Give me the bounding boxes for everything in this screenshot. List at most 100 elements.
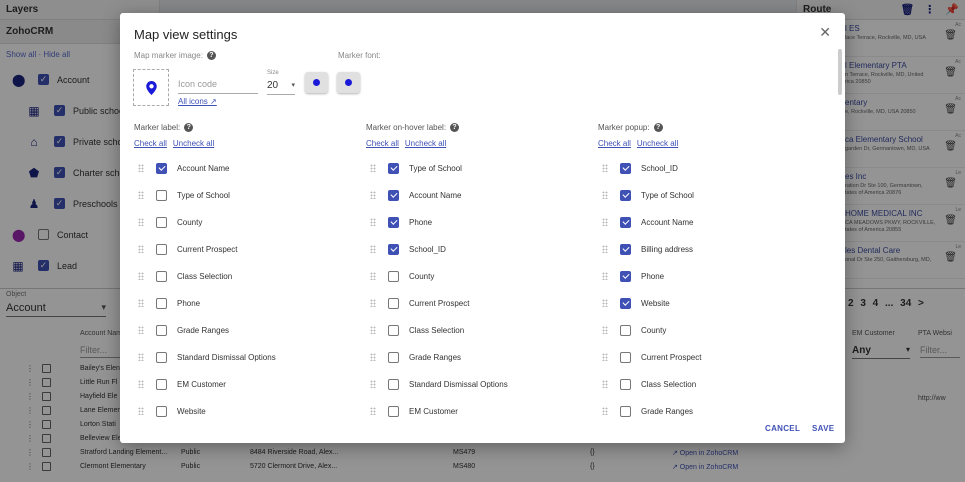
field-checkbox[interactable]: [388, 189, 399, 201]
field-checkbox[interactable]: [620, 324, 631, 336]
field-checkbox[interactable]: [620, 378, 631, 390]
drag-handle-icon[interactable]: [138, 191, 144, 199]
field-checkbox[interactable]: [388, 216, 399, 228]
help-icon[interactable]: ?: [450, 123, 460, 132]
field-option[interactable]: Phone: [602, 268, 664, 284]
drag-handle-icon[interactable]: [370, 272, 376, 280]
field-option[interactable]: Current Prospect: [370, 295, 469, 311]
field-option[interactable]: School_ID: [602, 160, 678, 176]
field-checkbox[interactable]: [388, 351, 399, 363]
field-option[interactable]: Standard Dismissal Options: [370, 376, 508, 392]
field-option[interactable]: Type of School: [138, 187, 230, 203]
field-checkbox[interactable]: [388, 297, 399, 309]
field-option[interactable]: County: [370, 268, 434, 284]
field-option[interactable]: School_ID: [370, 241, 446, 257]
field-option[interactable]: EM Customer: [138, 376, 226, 392]
dialog-scrollbar[interactable]: [838, 49, 842, 95]
help-icon[interactable]: ?: [184, 123, 194, 132]
field-option[interactable]: Account Name: [602, 214, 693, 230]
field-option[interactable]: Class Selection: [138, 268, 232, 284]
field-checkbox[interactable]: [156, 405, 167, 417]
field-option[interactable]: Website: [138, 403, 206, 419]
drag-handle-icon[interactable]: [602, 299, 608, 307]
uncheck-all-link[interactable]: Uncheck all: [637, 139, 678, 148]
field-option[interactable]: Class Selection: [602, 376, 696, 392]
field-checkbox[interactable]: [388, 270, 399, 282]
field-option[interactable]: Type of School: [370, 160, 462, 176]
field-checkbox[interactable]: [156, 324, 167, 336]
close-icon[interactable]: ✕: [819, 25, 831, 39]
drag-handle-icon[interactable]: [138, 245, 144, 253]
size-select[interactable]: 20: [267, 80, 295, 95]
save-button[interactable]: SAVE: [812, 424, 834, 433]
check-all-link[interactable]: Check all: [598, 139, 631, 148]
field-checkbox[interactable]: [620, 189, 631, 201]
field-option[interactable]: Current Prospect: [138, 241, 237, 257]
drag-handle-icon[interactable]: [370, 380, 376, 388]
field-checkbox[interactable]: [620, 162, 631, 174]
all-icons-link[interactable]: All icons ↗: [178, 97, 217, 106]
field-option[interactable]: EM Customer: [370, 403, 458, 419]
field-checkbox[interactable]: [620, 270, 631, 282]
uncheck-all-link[interactable]: Uncheck all: [173, 139, 214, 148]
field-option[interactable]: County: [138, 214, 202, 230]
drag-handle-icon[interactable]: [370, 326, 376, 334]
field-checkbox[interactable]: [388, 162, 399, 174]
field-checkbox[interactable]: [388, 378, 399, 390]
field-checkbox[interactable]: [156, 378, 167, 390]
cancel-button[interactable]: CANCEL: [765, 424, 800, 433]
icon-code-input[interactable]: Icon code: [178, 79, 258, 94]
drag-handle-icon[interactable]: [138, 407, 144, 415]
drag-handle-icon[interactable]: [602, 407, 608, 415]
drag-handle-icon[interactable]: [138, 218, 144, 226]
field-option[interactable]: Phone: [138, 295, 200, 311]
field-checkbox[interactable]: [156, 189, 167, 201]
drag-handle-icon[interactable]: [602, 191, 608, 199]
drag-handle-icon[interactable]: [138, 380, 144, 388]
field-option[interactable]: Billing address: [602, 241, 693, 257]
drag-handle-icon[interactable]: [602, 326, 608, 334]
help-icon[interactable]: ?: [206, 51, 216, 60]
field-checkbox[interactable]: [620, 297, 631, 309]
field-option[interactable]: Grade Ranges: [370, 349, 461, 365]
drag-handle-icon[interactable]: [370, 245, 376, 253]
field-option[interactable]: Grade Ranges: [602, 403, 693, 419]
field-checkbox[interactable]: [388, 405, 399, 417]
marker-color-button[interactable]: [305, 72, 328, 93]
field-checkbox[interactable]: [620, 243, 631, 255]
field-option[interactable]: Website: [602, 295, 670, 311]
check-all-link[interactable]: Check all: [134, 139, 167, 148]
field-checkbox[interactable]: [156, 243, 167, 255]
field-option[interactable]: Current Prospect: [602, 349, 701, 365]
check-all-link[interactable]: Check all: [366, 139, 399, 148]
drag-handle-icon[interactable]: [138, 272, 144, 280]
drag-handle-icon[interactable]: [370, 299, 376, 307]
drag-handle-icon[interactable]: [602, 218, 608, 226]
drag-handle-icon[interactable]: [602, 245, 608, 253]
drag-handle-icon[interactable]: [602, 353, 608, 361]
field-option[interactable]: Type of School: [602, 187, 694, 203]
drag-handle-icon[interactable]: [370, 218, 376, 226]
field-checkbox[interactable]: [388, 324, 399, 336]
drag-handle-icon[interactable]: [602, 164, 608, 172]
drag-handle-icon[interactable]: [138, 353, 144, 361]
field-option[interactable]: Standard Dismissal Options: [138, 349, 276, 365]
field-checkbox[interactable]: [156, 162, 167, 174]
field-checkbox[interactable]: [156, 297, 167, 309]
marker-image-preview[interactable]: [133, 69, 169, 106]
field-checkbox[interactable]: [620, 405, 631, 417]
field-checkbox[interactable]: [388, 243, 399, 255]
field-option[interactable]: Class Selection: [370, 322, 464, 338]
drag-handle-icon[interactable]: [370, 353, 376, 361]
font-color-button[interactable]: [337, 72, 360, 93]
field-option[interactable]: Grade Ranges: [138, 322, 229, 338]
field-option[interactable]: Phone: [370, 214, 432, 230]
uncheck-all-link[interactable]: Uncheck all: [405, 139, 446, 148]
field-checkbox[interactable]: [156, 351, 167, 363]
drag-handle-icon[interactable]: [138, 164, 144, 172]
drag-handle-icon[interactable]: [138, 299, 144, 307]
field-checkbox[interactable]: [620, 216, 631, 228]
drag-handle-icon[interactable]: [602, 272, 608, 280]
field-checkbox[interactable]: [620, 351, 631, 363]
field-checkbox[interactable]: [156, 270, 167, 282]
